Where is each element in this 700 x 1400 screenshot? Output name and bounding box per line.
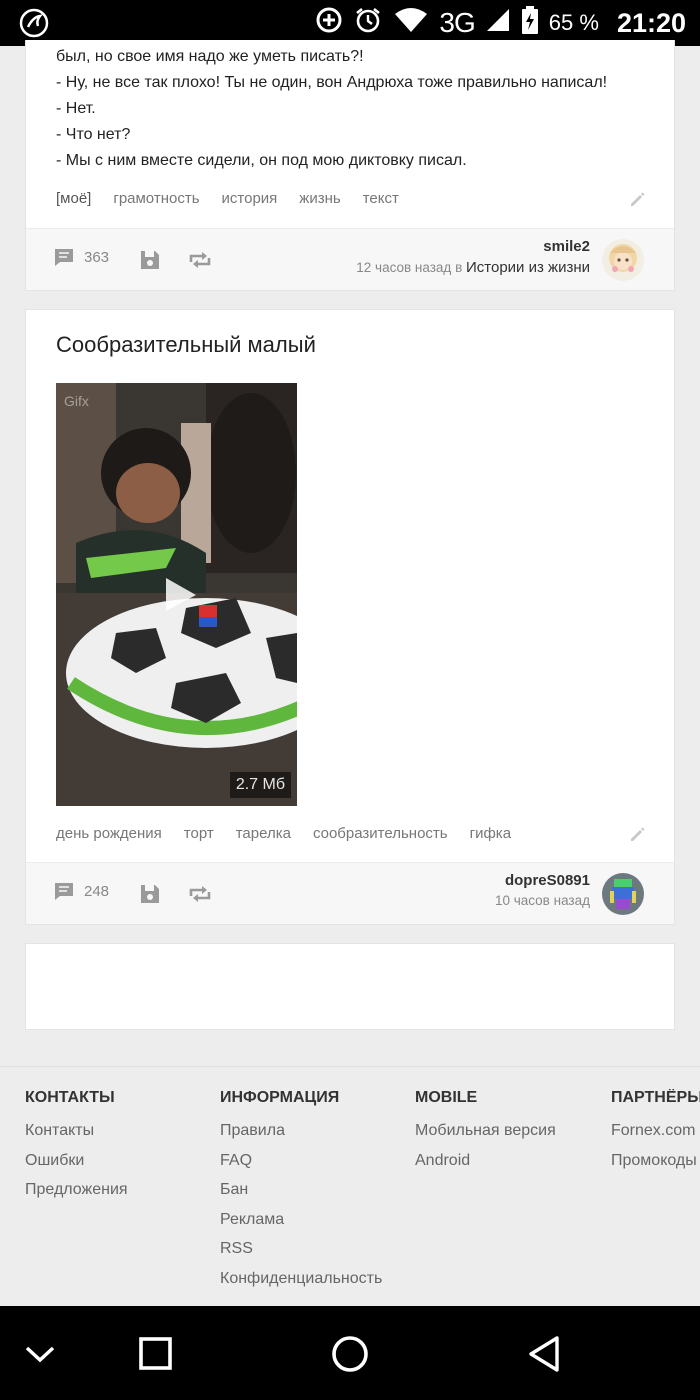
tag[interactable]: сообразительность (313, 825, 448, 842)
author-info: smile2 12 часов назад в Истории из жизни (356, 238, 590, 276)
post-text-line: - Нет. (56, 100, 96, 117)
post-body: был, но свое имя надо же уметь писать?! … (56, 44, 656, 174)
tag[interactable]: гифка (470, 825, 511, 842)
footer-link[interactable]: Правила (220, 1116, 382, 1146)
in-word: в (455, 260, 463, 275)
post-text-line: - Что нет? (56, 126, 131, 143)
battery-charging-icon (521, 5, 539, 42)
footer-heading: ИНФОРМАЦИЯ (220, 1089, 340, 1106)
post-card: был, но свое имя надо же уметь писать?! … (25, 40, 675, 291)
footer-heading: ПАРТНЁРЫ (611, 1089, 700, 1106)
recents-icon[interactable] (136, 1334, 176, 1374)
gif-size-badge: 2.7 Мб (229, 772, 291, 798)
navigation-bar (0, 1306, 700, 1400)
floppy-icon (141, 251, 159, 269)
post-text-line: - Ну, не все так плохо! Ты не один, вон … (56, 74, 608, 91)
share-button[interactable] (188, 884, 212, 909)
home-icon[interactable] (329, 1334, 371, 1374)
tag[interactable]: [моё] (56, 190, 91, 207)
tag[interactable]: тарелка (236, 825, 291, 842)
avatar[interactable] (602, 239, 644, 281)
edit-tags-icon[interactable] (628, 826, 646, 844)
footer-link[interactable]: Контакты (25, 1116, 128, 1146)
author-name[interactable]: smile2 (356, 238, 590, 255)
post-text-line: был, но свое имя надо же уметь писать?! (56, 48, 364, 65)
gif-preview[interactable]: Gifx 2.7 Мб (56, 383, 297, 806)
footer-link[interactable]: Предложения (25, 1175, 128, 1205)
footer-link[interactable]: Мобильная версия (415, 1116, 556, 1146)
avatar[interactable] (602, 873, 644, 915)
alarm-icon (353, 5, 383, 42)
comment-count: 363 (84, 249, 110, 266)
edit-tags-icon[interactable] (628, 191, 646, 209)
repost-icon (189, 886, 211, 902)
battery-percent: 65 % (548, 10, 599, 35)
vk-icon (18, 7, 50, 44)
clock: 21:20 (616, 7, 686, 38)
footer-link[interactable]: RSS (220, 1234, 382, 1264)
footer-link[interactable]: Конфиденциальность (220, 1264, 382, 1294)
author-info: dopreS0891 10 часов назад (495, 872, 590, 908)
hide-keyboard-icon[interactable] (20, 1334, 60, 1374)
footer-link[interactable]: FAQ (220, 1146, 382, 1176)
footer-column-contacts: КОНТАКТЫ Контакты Ошибки Предложения (25, 1089, 128, 1205)
footer-heading: КОНТАКТЫ (25, 1089, 115, 1106)
footer-link[interactable]: Реклама (220, 1205, 382, 1235)
comments-button[interactable]: 363 (54, 248, 109, 267)
post-footer: 248 dopreS0891 10 часов назад (26, 862, 674, 924)
wifi-icon (393, 6, 429, 41)
data-saver-icon (315, 6, 343, 41)
post-title[interactable]: Сообразительный малый (56, 332, 316, 358)
footer-link[interactable]: Fornex.com (611, 1116, 700, 1146)
tag-list: [моё] грамотность история жизнь текст (56, 190, 399, 207)
gif-watermark: Gifx (64, 393, 89, 409)
post-time: 12 часов назад (356, 260, 452, 275)
post-footer: 363 smile2 12 часов назад в Истории из ж… (26, 228, 674, 290)
footer-column-info: ИНФОРМАЦИЯ Правила FAQ Бан Реклама RSS К… (220, 1089, 382, 1293)
post-text-line: - Мы с ним вместе сидели, он под мою дик… (56, 152, 467, 169)
tag-list: день рождения торт тарелка сообразительн… (56, 825, 511, 842)
community-link[interactable]: Истории из жизни (466, 259, 590, 276)
footer-link[interactable]: Android (415, 1146, 556, 1176)
tag[interactable]: текст (363, 190, 399, 207)
save-button[interactable] (140, 884, 160, 909)
back-icon[interactable] (525, 1334, 565, 1374)
footer-column-mobile: MOBILE Мобильная версия Android (415, 1089, 556, 1175)
footer-link[interactable]: Бан (220, 1175, 382, 1205)
signal-icon (485, 7, 511, 40)
tag[interactable]: история (222, 190, 278, 207)
footer-heading: MOBILE (415, 1089, 478, 1106)
comment-icon (55, 883, 73, 900)
share-button[interactable] (188, 250, 212, 275)
footer-link[interactable]: Промокоды (611, 1146, 700, 1176)
floppy-icon (141, 885, 159, 903)
save-button[interactable] (140, 250, 160, 275)
post-card: Сообразительный малый Gifx 2.7 Мб день р… (25, 309, 675, 925)
empty-card (25, 943, 675, 1030)
author-name[interactable]: dopreS0891 (495, 872, 590, 889)
tag[interactable]: торт (184, 825, 214, 842)
network-type: 3G (439, 7, 475, 38)
footer-link[interactable]: Ошибки (25, 1146, 128, 1176)
site-footer: КОНТАКТЫ Контакты Ошибки Предложения ИНФ… (0, 1066, 700, 1306)
post-time: 10 часов назад (494, 893, 590, 908)
footer-column-partners: ПАРТНЁРЫ Fornex.com Промокоды (611, 1089, 700, 1175)
comment-count: 248 (84, 883, 110, 900)
tag[interactable]: грамотность (113, 190, 199, 207)
tag[interactable]: жизнь (299, 190, 340, 207)
repost-icon (189, 252, 211, 268)
comment-icon (55, 249, 73, 266)
comments-button[interactable]: 248 (54, 882, 109, 901)
tag[interactable]: день рождения (56, 825, 162, 842)
